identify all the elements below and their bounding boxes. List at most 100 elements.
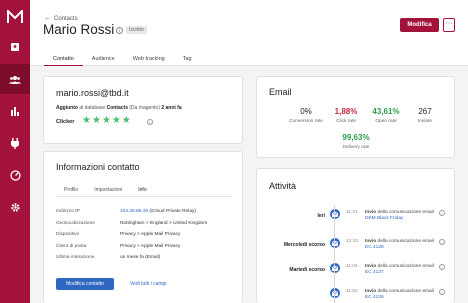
audience-icon[interactable] [0,64,30,94]
info-icon[interactable]: i [439,264,445,270]
info-icon[interactable]: i [439,239,445,245]
contacts-book-icon[interactable] [0,32,30,62]
info-row-value: Privacy > Apple Mail Privacy [120,243,181,249]
arrow-left-icon: ← [44,15,51,22]
info-row: Indirizzo IP 104.28.86.49 (iCloud Privat… [56,206,236,218]
email-stats-card: Email 0% Conversion rate 1,88% Click rat… [256,76,455,158]
tab-contatto[interactable]: Contatto [44,54,83,66]
info-row: Dispositivo Privacy > Apple Mail Privacy [56,229,236,241]
info-icon[interactable]: i [116,27,123,34]
clicker-label: Clicker [56,119,75,125]
divider [56,196,232,197]
back-link[interactable]: ← Contacts [44,15,78,22]
star-icon: ★ [82,115,91,126]
contact-info-card: Informazioni contatto Profilo Impostazio… [43,151,243,303]
sidebar [0,0,30,303]
back-link-label: Contacts [54,15,78,22]
added-prefix: Aggiunto [56,105,78,111]
added-db: Contacts [106,105,128,111]
page-header: ← Contacts Mario Rossi i Iscritto Modifi… [30,0,468,66]
automation-icon[interactable] [0,128,30,158]
campaign-link[interactable]: EC 4128 [365,245,384,250]
campaign-link[interactable]: EC 4126 [365,295,384,300]
edit-contact-button[interactable]: Modifica contatto [56,278,114,290]
star-icon: ★ [111,115,121,126]
stat-inviate: 267 Inviate [400,107,450,124]
ip-note: (iCloud Private Relay) [148,209,197,215]
info-row-value: Nottingham > England > United Kingdom [120,220,208,226]
activity-text: Invio della comunicazione email EC 4128 [365,239,435,251]
info-card-title: Informazioni contatto [56,162,140,172]
email-stats-title: Email [269,87,292,97]
activity-item: Ieri 11:31 Invio della comunicazione ema… [257,203,456,233]
activity-desc: della comunicazione email [376,210,434,215]
logo-icon[interactable] [0,2,30,32]
activity-text: Invio della comunicazione email DEM Blac… [365,210,435,222]
campaign-link[interactable]: DEM Black Friday [365,216,403,221]
stat-label: Inviate [417,119,433,124]
info-row-key: Geolocalizzazione [56,220,95,226]
stat-delivery-rate: 99,63% Delivery rate [331,133,381,150]
activity-desc: della comunicazione email [376,289,434,294]
info-icon[interactable]: i [439,210,445,216]
more-options-button[interactable]: ··· [443,18,455,32]
edit-button[interactable]: Modifica [400,18,439,32]
activity-desc: della comunicazione email [376,239,434,244]
tab-audience[interactable]: Audience [83,54,124,66]
mail-icon [330,209,340,219]
settings-icon[interactable] [0,192,30,222]
tab-web-tracking[interactable]: Web tracking [124,54,174,66]
info-row: Ultima interazione un mese fa (Email) [56,252,236,264]
activity-card: Attività Ieri 11:31 Invio della comunica… [256,168,455,303]
campaign-link[interactable]: EC 4127 [365,270,384,275]
added-source: (Da magento) [129,105,160,111]
activity-text: Invio della comunicazione email EC 4126 [365,289,435,301]
mail-icon [330,263,340,273]
status-badge: Iscritto [126,26,147,34]
info-icon[interactable]: i [439,289,445,295]
activity-time: 11:31 [346,210,358,215]
activity-action: Invio [365,264,377,269]
activity-action: Invio [365,239,377,244]
info-icon[interactable]: i [147,119,153,125]
activity-time: 11:50 [346,289,358,294]
mail-icon [330,288,340,298]
added-middle: al database [79,105,106,111]
speed-icon[interactable] [0,160,30,190]
view-all-fields-link[interactable]: Vedi tutti i campi [130,281,166,287]
info-row: Client di posta Privacy > Apple Mail Pri… [56,241,236,253]
mail-icon [330,238,340,248]
tab-bar: Contatto Audience Web tracking Tag [44,54,201,66]
star-icon: ★ [91,115,101,126]
timeline-line [334,205,335,303]
info-row-value: un mese fa (Email) [120,255,161,261]
info-row-key: Indirizzo IP [56,209,80,215]
info-row-value: 104.28.86.49 (iCloud Private Relay) [120,209,196,214]
added-info: Aggiunto al database Contacts (Da magent… [56,105,182,111]
activity-action: Invio [365,289,377,294]
ip-link[interactable]: 104.28.86.49 [120,209,148,214]
info-row-key: Dispositivo [56,232,80,238]
activity-action: Invio [365,210,377,215]
activity-text: Invio della comunicazione email EC 4127 [365,264,435,276]
info-row-key: Ultima interazione [56,255,95,261]
added-time: 2 anni fa [161,105,182,111]
info-row: Geolocalizzazione Nottingham > England >… [56,218,236,230]
info-rows: Indirizzo IP 104.28.86.49 (iCloud Privat… [56,206,236,264]
activity-desc: della comunicazione email [376,264,434,269]
info-row-key: Client di posta [56,243,87,249]
activity-time: 11:04 [346,264,358,269]
star-icon: ★ [101,115,111,126]
stat-value: 99,63% [342,133,370,142]
info-row-value: Privacy > Apple Mail Privacy [120,232,181,238]
stats-icon[interactable] [0,96,30,126]
contact-summary-card: mario.rossi@tbd.it Aggiunto al database … [43,76,243,144]
contact-email: mario.rossi@tbd.it [56,88,129,98]
activity-day: Mercoledì scorso [283,242,325,248]
activity-item: 11:50 Invio della comunicazione email EC… [257,282,456,303]
stat-label: Delivery rate [342,145,370,150]
activity-title: Attività [269,181,297,191]
stat-value: 267 [418,107,432,116]
activity-day: Ieri [317,213,325,219]
tab-tag[interactable]: Tag [174,54,201,66]
